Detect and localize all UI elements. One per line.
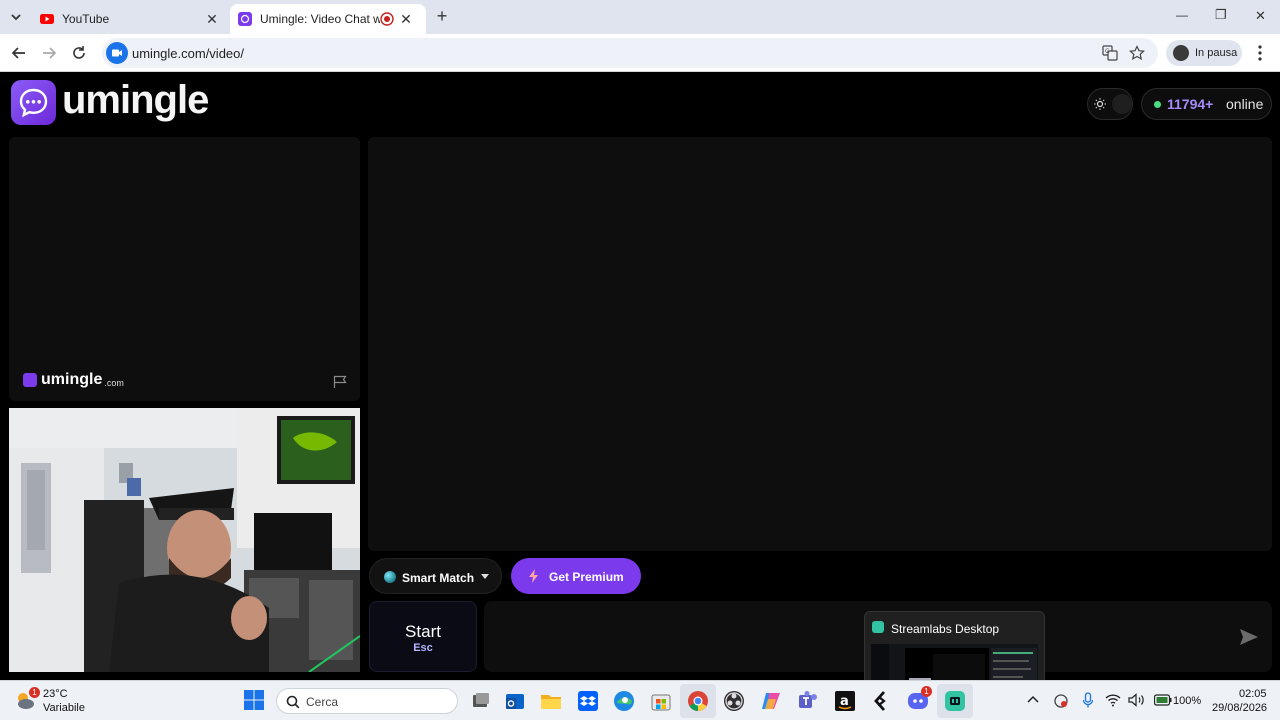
svg-text:G: G bbox=[1105, 48, 1110, 55]
file-explorer-icon[interactable] bbox=[539, 689, 563, 713]
discord-badge: 1 bbox=[921, 686, 932, 697]
forward-button[interactable] bbox=[40, 44, 58, 62]
weather-widget[interactable]: 1 23°C Variabile bbox=[14, 685, 104, 717]
task-view-icon[interactable] bbox=[468, 689, 492, 713]
umingle-logo-text[interactable]: umingle bbox=[62, 78, 209, 123]
get-premium-button[interactable]: Get Premium bbox=[511, 558, 641, 594]
smart-match-button[interactable]: Smart Match bbox=[369, 558, 502, 594]
close-window-button[interactable]: ✕ bbox=[1255, 8, 1266, 24]
chevron-down-icon bbox=[11, 14, 21, 21]
toggle-knob bbox=[1112, 94, 1132, 114]
weather-badge: 1 bbox=[29, 687, 40, 698]
theme-toggle[interactable] bbox=[1087, 88, 1133, 120]
restore-button[interactable]: ❐ bbox=[1215, 7, 1227, 23]
start-shortcut: Esc bbox=[413, 642, 433, 654]
amazon-icon[interactable]: a bbox=[833, 689, 857, 713]
umingle-page: umingle 11794+ online umingle .com Smart… bbox=[0, 72, 1280, 720]
arrow-left-icon bbox=[11, 47, 25, 59]
outlook-icon[interactable] bbox=[503, 689, 527, 713]
microphone-icon[interactable] bbox=[1082, 692, 1094, 710]
search-placeholder: Cerca bbox=[306, 695, 339, 709]
browser-menu-icon[interactable] bbox=[1256, 44, 1264, 62]
umingle-favicon-icon bbox=[238, 12, 252, 26]
security-tray-icon[interactable] bbox=[1053, 693, 1069, 709]
clock-date[interactable]: 29/08/2026 bbox=[1212, 702, 1267, 714]
reload-button[interactable] bbox=[70, 44, 88, 62]
smart-match-label: Smart Match bbox=[402, 571, 475, 585]
recording-icon bbox=[380, 12, 394, 26]
youtube-icon bbox=[40, 14, 54, 24]
wifi-icon[interactable] bbox=[1105, 693, 1121, 707]
volume-icon[interactable] bbox=[1128, 693, 1146, 707]
profile-status: In pausa bbox=[1195, 47, 1238, 59]
globe-icon bbox=[384, 571, 396, 583]
edge-icon[interactable] bbox=[612, 689, 636, 713]
browser-toolbar: umingle.com/video/ G In pausa bbox=[0, 34, 1280, 72]
battery-percent: 100% bbox=[1173, 695, 1202, 707]
umingle-watermark: umingle .com bbox=[23, 371, 124, 389]
report-flag-icon[interactable] bbox=[333, 375, 349, 389]
close-tab-icon[interactable]: ✕ bbox=[398, 11, 414, 28]
stranger-video-panel: umingle .com bbox=[9, 137, 360, 401]
back-button[interactable] bbox=[10, 44, 28, 62]
online-label: online bbox=[1226, 96, 1264, 112]
chrome-icon[interactable] bbox=[686, 689, 710, 713]
arrow-right-icon bbox=[43, 47, 57, 59]
umingle-watermark-icon bbox=[23, 373, 37, 387]
online-counter: 11794+ online bbox=[1141, 88, 1272, 120]
avatar bbox=[1173, 45, 1189, 61]
new-tab-button[interactable]: + bbox=[434, 6, 450, 27]
url-text: umingle.com/video/ bbox=[132, 46, 244, 61]
svg-text:a: a bbox=[840, 694, 849, 709]
start-button[interactable]: Start Esc bbox=[369, 601, 477, 672]
copilot-icon[interactable] bbox=[759, 689, 783, 713]
start-menu-icon[interactable] bbox=[243, 689, 267, 713]
close-tab-icon[interactable]: ✕ bbox=[204, 11, 220, 28]
preview-app-name: Streamlabs Desktop bbox=[891, 622, 1000, 636]
tab-youtube[interactable]: YouTube ✕ bbox=[32, 4, 228, 34]
watermark-suffix: .com bbox=[104, 377, 124, 388]
weather-temp: 23°C bbox=[43, 688, 68, 700]
caret-down-icon bbox=[481, 574, 489, 579]
self-camera-video bbox=[9, 408, 360, 672]
browser-tab-bar: YouTube ✕ Umingle: Video Chat with S ✕ +… bbox=[0, 0, 1280, 34]
streamlabs-icon bbox=[872, 621, 884, 633]
umingle-logo-icon[interactable] bbox=[11, 80, 56, 125]
taskbar-search-box[interactable]: Cerca bbox=[276, 688, 458, 714]
show-hidden-icons-chevron-icon[interactable] bbox=[1027, 694, 1039, 704]
microsoft-store-icon[interactable] bbox=[649, 689, 673, 713]
bookmark-star-icon[interactable] bbox=[1129, 45, 1145, 61]
tab-title: YouTube bbox=[62, 12, 110, 26]
tab-search-button[interactable] bbox=[6, 7, 26, 27]
capcut-icon[interactable] bbox=[869, 689, 893, 713]
omnibox[interactable]: umingle.com/video/ G bbox=[102, 38, 1158, 68]
chat-panel bbox=[368, 137, 1272, 551]
online-count: 11794+ bbox=[1167, 96, 1214, 112]
teams-icon[interactable] bbox=[796, 689, 820, 713]
profile-button[interactable]: In pausa bbox=[1166, 40, 1242, 66]
tab-umingle[interactable]: Umingle: Video Chat with S ✕ bbox=[230, 4, 426, 34]
online-dot bbox=[1154, 101, 1161, 108]
weather-desc: Variabile bbox=[43, 702, 85, 714]
search-icon bbox=[286, 695, 300, 709]
clock-time[interactable]: 02:05 bbox=[1239, 688, 1267, 700]
start-label: Start bbox=[405, 622, 441, 641]
reload-icon bbox=[73, 46, 85, 59]
premium-label: Get Premium bbox=[549, 570, 624, 584]
streamlabs-icon[interactable] bbox=[943, 689, 967, 713]
dropbox-icon[interactable] bbox=[576, 689, 600, 713]
tab-title: Umingle: Video Chat with S bbox=[260, 12, 380, 26]
battery-icon[interactable] bbox=[1154, 694, 1172, 706]
windows-taskbar: 1 23°C Variabile Cerca a 1 100% 02:05 29… bbox=[0, 680, 1280, 720]
minimize-button[interactable]: — bbox=[1176, 8, 1188, 22]
obs-icon[interactable] bbox=[722, 689, 746, 713]
watermark-name: umingle bbox=[41, 371, 103, 388]
send-icon[interactable] bbox=[1239, 628, 1259, 646]
sun-icon bbox=[1094, 98, 1106, 110]
site-info-icon[interactable] bbox=[106, 42, 128, 64]
translate-icon[interactable]: G bbox=[1102, 45, 1118, 61]
lightning-icon bbox=[529, 569, 538, 583]
